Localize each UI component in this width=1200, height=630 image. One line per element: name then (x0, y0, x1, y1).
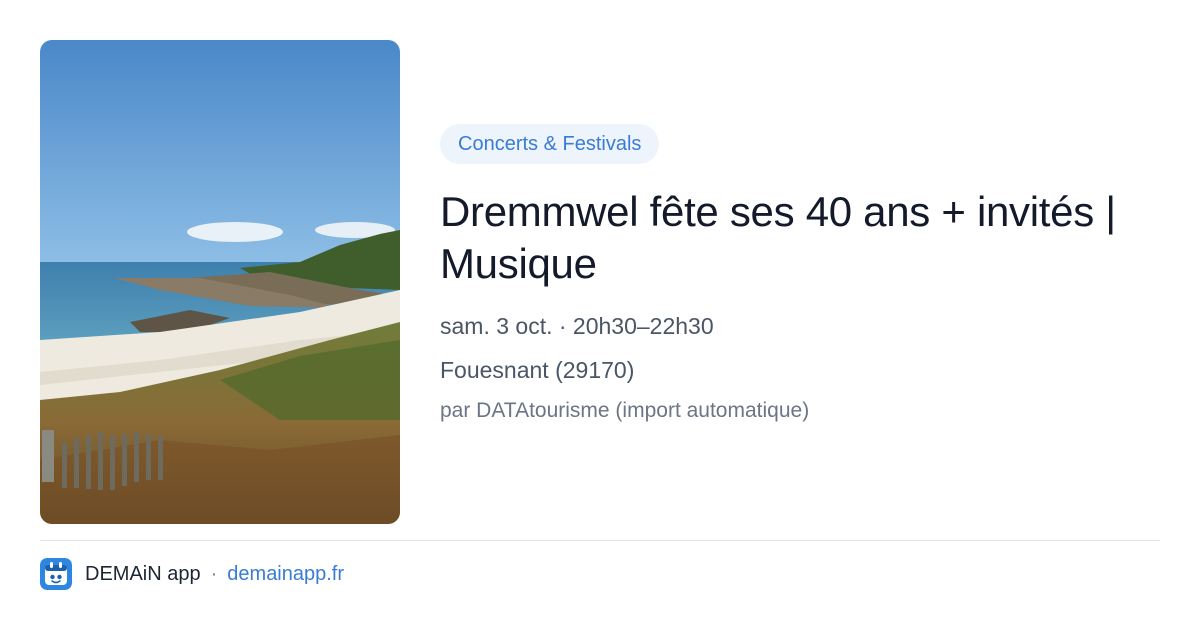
footer-divider (40, 540, 1160, 541)
footer: DEMAiN app · demainapp.fr (40, 558, 344, 590)
category-badge[interactable]: Concerts & Festivals (440, 124, 660, 164)
event-location: Fouesnant (29170) (440, 357, 635, 383)
event-date: sam. 3 oct. · 20h30–22h30 (440, 313, 714, 339)
app-url-link[interactable]: demainapp.fr (227, 563, 344, 586)
event-card: Concerts & Festivals Dremmwel fête ses 4… (0, 0, 1200, 630)
app-logo-icon (40, 558, 72, 590)
event-photo (40, 40, 400, 524)
event-title: Dremmwel fête ses 40 ans + invités | Mus… (440, 188, 1116, 287)
footer-separator: · (210, 562, 218, 585)
app-name: DEMAiN app (85, 562, 201, 585)
event-source: par DATAtourisme (import automatique) (440, 399, 810, 422)
event-details: Concerts & Festivals Dremmwel fête ses 4… (440, 124, 1170, 424)
